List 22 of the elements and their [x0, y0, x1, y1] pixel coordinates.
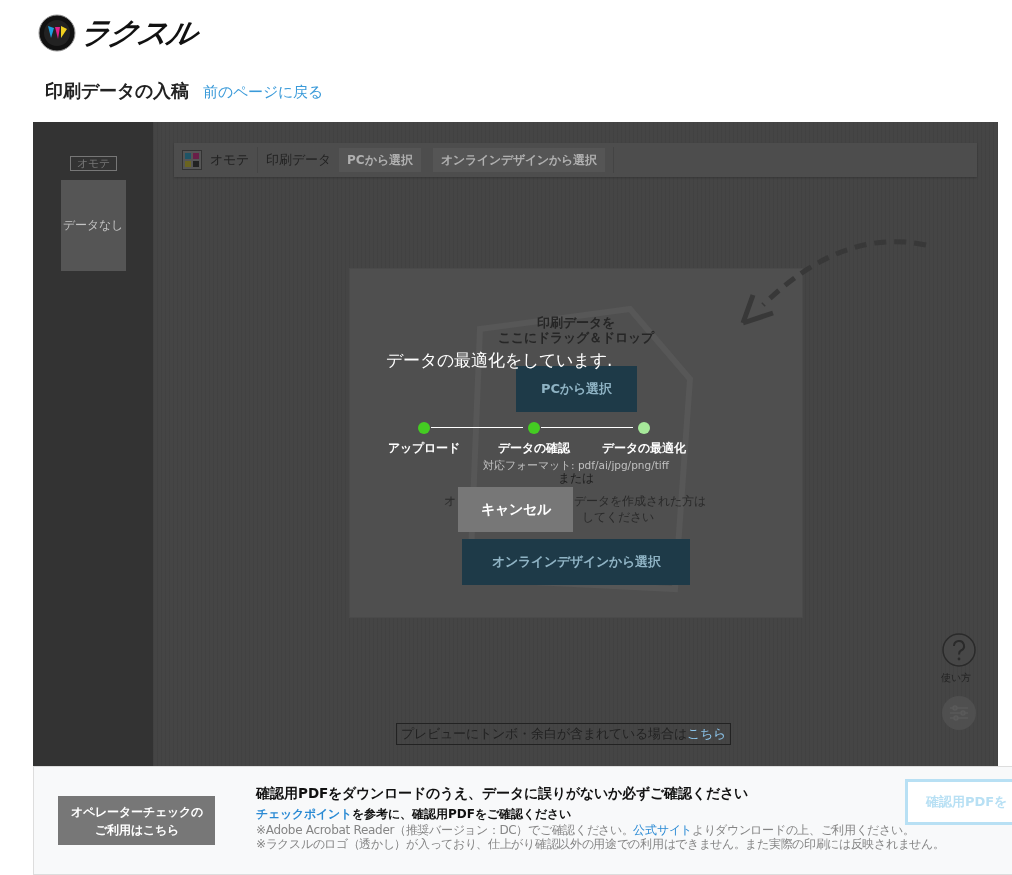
online-design-button[interactable]: オンラインデザインから選択 [462, 539, 690, 585]
watermark-note: ※ラクスルのロゴ（透かし）が入っており、仕上がり確認以外の用途での利用はできません。また実際の印刷には反映されません。 [256, 837, 945, 851]
page-title: 印刷データの入稿 [45, 79, 189, 103]
page-thumbnail[interactable]: データなし [60, 180, 126, 271]
checkpoint-link[interactable]: チェックポイント [256, 807, 352, 821]
help-icon[interactable] [942, 633, 976, 667]
back-link[interactable]: 前のページに戻る [203, 83, 323, 102]
sliders-icon[interactable] [942, 696, 976, 730]
here-link[interactable]: こちら [687, 726, 726, 741]
step-label: データの最適化 [602, 440, 686, 457]
step-label: アップロード [388, 440, 460, 457]
operator-check-button[interactable]: オペレーターチェックの ご利用はこちら [58, 796, 215, 845]
logo-icon [38, 14, 76, 52]
cancel-button[interactable]: キャンセル [458, 487, 573, 532]
download-headline: 確認用PDFをダウンロードのうえ、データに誤りがないか必ずご確認ください [256, 785, 749, 803]
reader-note: ※Adobe Acrobat Reader（推奨バージョン：DC）でご確認ください。公式サイト よりダウンロードの上、ご利用ください。 [256, 823, 915, 837]
logo-text: ラクスル [75, 13, 201, 52]
instruction-text: チェックポイント を参考に、確認用PDFをご確認ください [256, 806, 571, 823]
official-site-link[interactable]: 公式サイト [633, 823, 692, 837]
color-squares-icon [182, 150, 202, 170]
step-label: データの確認 [498, 440, 570, 457]
format-text: 対応フォーマット: pdf/ai/jpg/png/tiff [483, 459, 669, 473]
